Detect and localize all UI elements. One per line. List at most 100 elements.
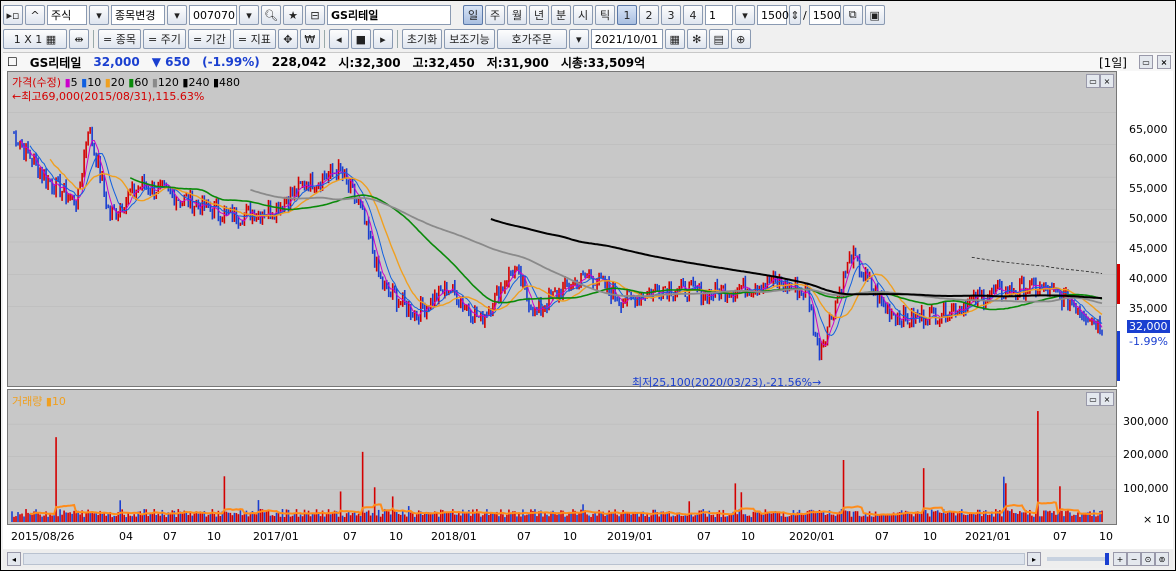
quote-order-button[interactable]: 호가주문 xyxy=(496,29,567,49)
interval-1[interactable]: 1 xyxy=(617,5,637,25)
period-week[interactable]: 주 xyxy=(485,5,505,25)
vol-pane-close-icon[interactable]: × xyxy=(1100,392,1114,406)
market-dropdown-icon[interactable]: ▾ xyxy=(89,5,109,25)
new-window-icon[interactable]: ⧉ xyxy=(842,5,863,25)
period-tick[interactable]: 틱 xyxy=(595,5,615,25)
pane-close-icon[interactable]: × xyxy=(1100,74,1114,88)
period-year[interactable]: 년 xyxy=(529,5,549,25)
calendar-icon[interactable]: ▦ xyxy=(664,29,685,49)
split-icon[interactable]: ⇹ xyxy=(69,29,89,49)
scroll-right-icon[interactable]: ▸ xyxy=(1027,552,1041,566)
ma5-line xyxy=(19,139,1103,347)
price-pane[interactable]: 가격(수정) ▮5 ▮10 ▮20 ▮60 ▮120 ▮240 ▮480 ←최고… xyxy=(7,71,1117,389)
range-button[interactable]: = 기간 xyxy=(187,29,231,49)
x-tick: 07 xyxy=(875,530,889,543)
toolbar-second: 1 X 1 ▦ ⇹ = 종목 = 주기 = 기간 = 지표 ✥ ₩ ◂ ■ ▸ … xyxy=(3,27,751,51)
aux-function-button[interactable]: 보조기능 xyxy=(444,29,495,49)
x-tick: 10 xyxy=(741,530,755,543)
x-tick: 07 xyxy=(697,530,711,543)
change-stock-select[interactable]: 종목변경 xyxy=(111,5,165,25)
next-icon[interactable]: ▸ xyxy=(372,29,393,49)
divider xyxy=(396,30,398,48)
close-icon[interactable]: × xyxy=(1157,55,1171,69)
vol-pane-minimize-icon[interactable]: ▭ xyxy=(1086,392,1100,406)
y-tick: 55,000 xyxy=(1129,182,1168,195)
ma120-line xyxy=(250,188,1103,305)
period-month[interactable]: 월 xyxy=(507,5,527,25)
indicator-button[interactable]: = 지표 xyxy=(232,29,276,49)
low-annotation: 최저25,100(2020/03/23),-21.56%→ xyxy=(632,376,822,389)
link-icon[interactable]: ▸▫ xyxy=(3,5,23,25)
move-icon[interactable]: ✥ xyxy=(277,29,298,49)
search-icon[interactable]: 🔍︎ xyxy=(261,5,281,25)
x-tick: 10 xyxy=(1099,530,1113,543)
ma20-line xyxy=(49,158,1103,320)
count-stepper[interactable]: ⇕ xyxy=(789,5,801,25)
register-icon[interactable]: ⊟ xyxy=(305,5,325,25)
vol-unit: × 10 xyxy=(1143,513,1170,526)
volume-pane[interactable]: 거래량 ▮10 ▭ × xyxy=(7,389,1117,525)
vol-tick: 100,000 xyxy=(1123,482,1169,495)
zoom-slider[interactable] xyxy=(1047,553,1109,565)
cycle-button[interactable]: = 주기 xyxy=(142,29,186,49)
toolbar-top: ▸▫ ^ 주식 ▾ 종목변경 ▾ 007070 ▾ 🔍︎ ★ ⊟ GS리테일 일… xyxy=(3,3,885,27)
stop-icon[interactable]: ■ xyxy=(350,29,371,49)
count-input[interactable]: 1500 xyxy=(757,5,789,25)
minimize-icon[interactable]: ▭ xyxy=(1139,55,1153,69)
order-dropdown-icon[interactable]: ▾ xyxy=(568,29,589,49)
total-count-field: 1500 xyxy=(808,5,841,25)
period-minute[interactable]: 분 xyxy=(551,5,571,25)
zoom-out-icon[interactable]: − xyxy=(1127,552,1141,566)
scroll-left-icon[interactable]: ◂ xyxy=(7,552,21,566)
reset-button[interactable]: 초기화 xyxy=(401,29,443,49)
ma10-line xyxy=(29,145,1103,337)
zoom-fit-icon[interactable]: ⊙ xyxy=(1141,552,1155,566)
interval-3[interactable]: 3 xyxy=(661,5,681,25)
y-tick: 50,000 xyxy=(1129,212,1168,225)
stock-code-input[interactable]: 007070 xyxy=(189,5,237,25)
divider xyxy=(323,30,325,48)
chart-scrollbar[interactable]: ◂ ▸ + − ⊙ ⊚ xyxy=(3,550,1173,568)
chart-area: 가격(수정) ▮5 ▮10 ▮20 ▮60 ▮120 ▮240 ▮480 ←최고… xyxy=(3,71,1173,549)
won-icon[interactable]: ₩ xyxy=(299,29,320,49)
gear-icon[interactable]: ✻ xyxy=(686,29,707,49)
zoom-in-icon[interactable]: + xyxy=(1113,552,1127,566)
y-tick: 40,000 xyxy=(1129,272,1168,285)
grid-settings-icon[interactable]: ▤ xyxy=(708,29,729,49)
market-select[interactable]: 주식 xyxy=(47,5,87,25)
info-market-cap: 시총:33,509억 xyxy=(560,55,646,70)
zoom-reset-icon[interactable]: ⊚ xyxy=(1155,552,1169,566)
interval-dropdown-icon[interactable]: ▾ xyxy=(735,5,755,25)
star-icon[interactable]: ★ xyxy=(283,5,303,25)
up-arrow-icon[interactable]: ^ xyxy=(25,5,45,25)
prev-icon[interactable]: ◂ xyxy=(328,29,349,49)
item-button[interactable]: = 종목 xyxy=(98,29,141,49)
code-dropdown-icon[interactable]: ▾ xyxy=(239,5,259,25)
period-badge: [1일] xyxy=(1098,55,1127,70)
interval-input[interactable]: 1 xyxy=(705,5,733,25)
zoom-settings-icon[interactable]: ⊕ xyxy=(730,29,751,49)
change-stock-dropdown-icon[interactable]: ▾ xyxy=(167,5,187,25)
period-hour[interactable]: 시 xyxy=(573,5,593,25)
y-tick: 65,000 xyxy=(1129,123,1168,136)
period-day[interactable]: 일 xyxy=(463,5,483,25)
x-tick: 10 xyxy=(389,530,403,543)
info-change: ▼ 650 xyxy=(151,55,191,69)
info-open: 시:32,300 xyxy=(338,55,401,70)
stock-info-bar: ☐ GS리테일 32,000 ▼ 650 (-1.99%) 228,042 시:… xyxy=(3,52,1173,72)
interval-2[interactable]: 2 xyxy=(639,5,659,25)
x-tick: 04 xyxy=(119,530,133,543)
info-change-pct: (-1.99%) xyxy=(202,55,260,69)
info-stock-name: GS리테일 xyxy=(29,55,82,70)
x-tick: 2020/01 xyxy=(789,530,835,543)
volume-y-axis: 300,000 200,000 100,000 × 10 xyxy=(1117,389,1173,526)
save-icon[interactable]: ▣ xyxy=(864,5,885,25)
pane-minimize-icon[interactable]: ▭ xyxy=(1086,74,1100,88)
checkbox-icon[interactable]: ☐ xyxy=(7,55,18,69)
interval-4[interactable]: 4 xyxy=(683,5,703,25)
x-tick: 10 xyxy=(207,530,221,543)
layout-button[interactable]: 1 X 1 ▦ xyxy=(3,29,67,49)
x-tick: 2019/01 xyxy=(607,530,653,543)
scroll-track[interactable] xyxy=(23,553,1025,565)
date-input[interactable]: 2021/10/01 xyxy=(590,29,663,49)
